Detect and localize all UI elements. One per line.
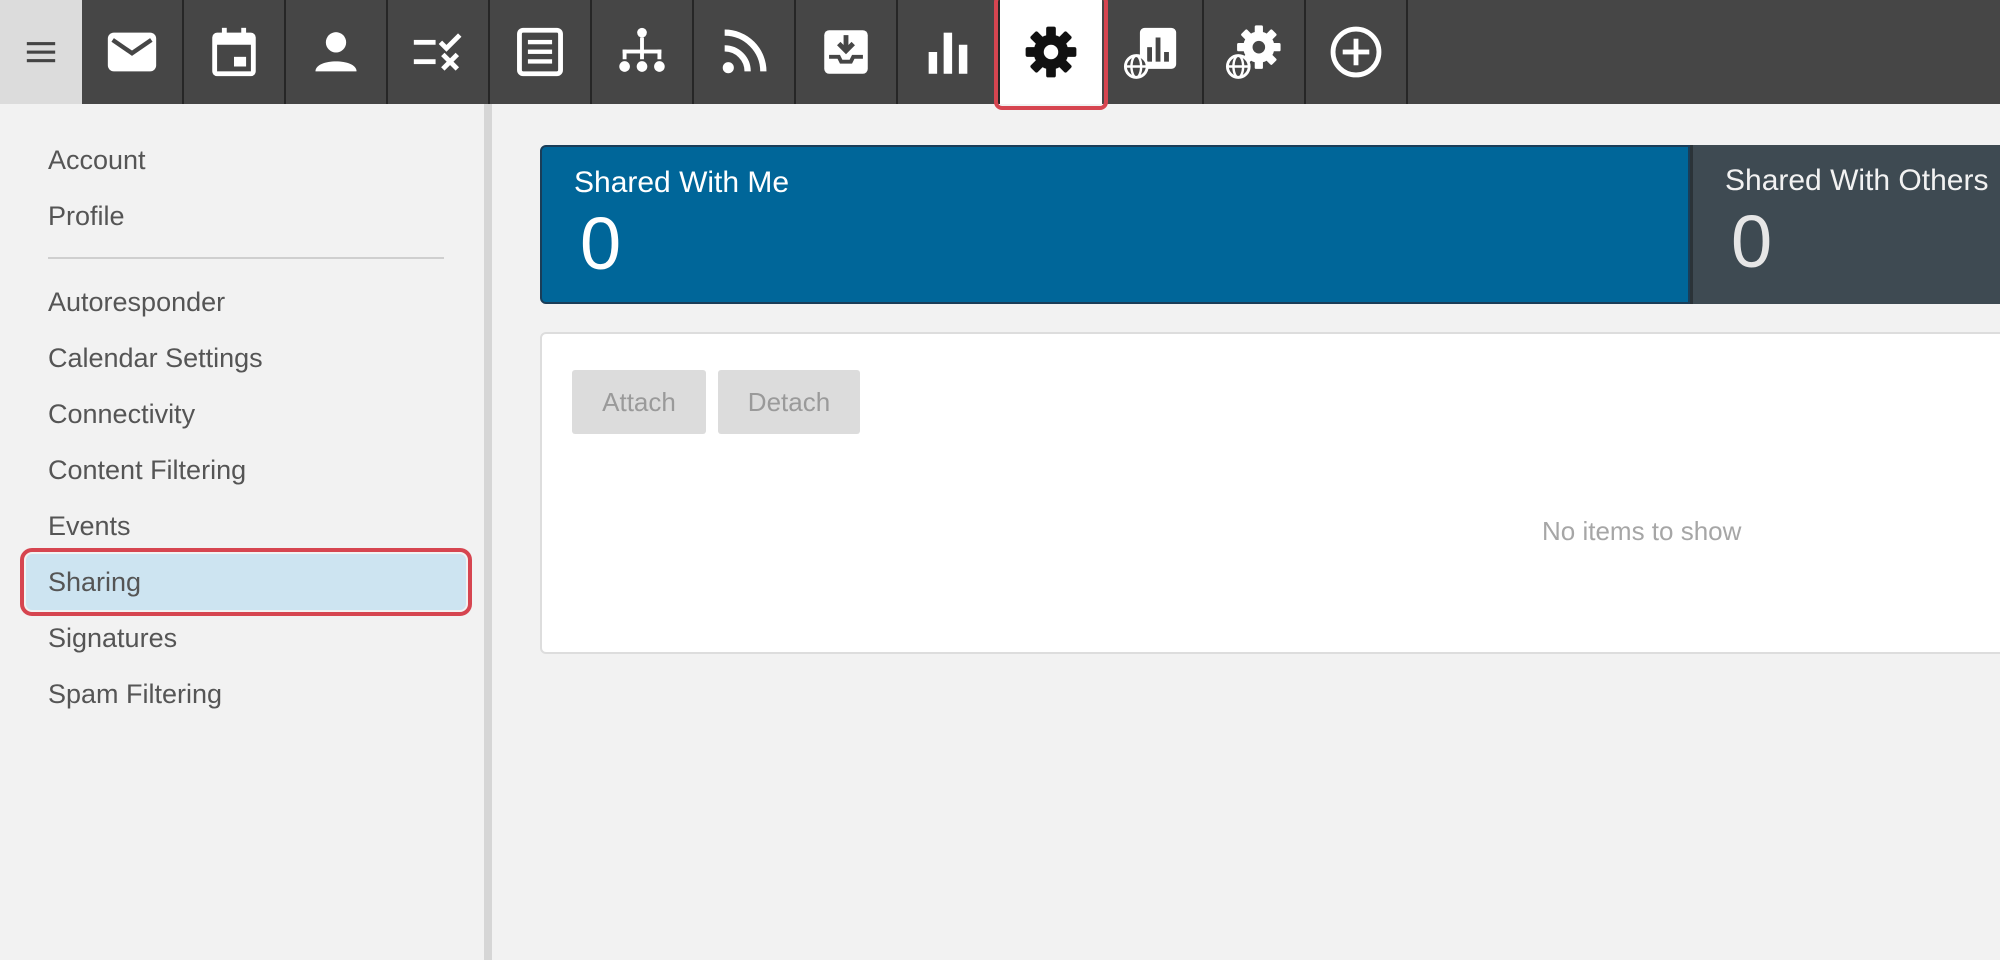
sidebar-item-autoresponder[interactable]: Autoresponder [26,274,466,330]
notes-icon [517,27,563,77]
add-button[interactable] [1306,0,1408,104]
calendar-button[interactable] [184,0,286,104]
shared-with-others-label: Shared With Others [1725,164,1989,197]
archive-button[interactable] [796,0,898,104]
settings-button[interactable] [994,0,1108,110]
attach-button[interactable]: Attach [572,370,706,434]
sidebar-item-connectivity[interactable]: Connectivity [26,386,466,442]
shared-with-me-label: Shared With Me [574,166,790,199]
rss-button[interactable] [694,0,796,104]
notes-button[interactable] [490,0,592,104]
sidebar-item-profile[interactable]: Profile [26,188,466,244]
contacts-button[interactable] [286,0,388,104]
shared-items-panel: Attach Detach No items to show [540,332,2000,654]
reports-icon [928,32,968,74]
empty-state-text: No items to show [1542,516,1742,546]
detach-button[interactable]: Detach [718,370,860,434]
add-circle-icon [1330,26,1382,78]
reports-button[interactable] [898,0,1000,104]
domain-settings-button[interactable] [1204,0,1306,104]
sharing-main-area: Shared With Me 0 Shared With Others 0 At… [500,104,2000,960]
sidebar-divider [48,257,444,259]
hamburger-menu-icon [26,42,56,63]
domain-reports-icon [1123,27,1177,79]
rss-icon [722,29,767,74]
sidebar-item-events[interactable]: Events [26,498,466,554]
domain-settings-icon [1225,25,1281,79]
shared-with-me-count: 0 [580,202,622,285]
app-toolbar [82,0,1408,110]
shared-with-others-count: 0 [1731,200,1773,283]
settings-sidebar: Account Profile Autoresponder Calendar S… [0,104,492,960]
top-toolbar [0,0,2000,110]
organization-button[interactable] [592,0,694,104]
organization-icon [619,27,665,72]
tasks-icon [413,33,462,71]
tasks-button[interactable] [388,0,490,104]
sidebar-item-sharing[interactable]: Sharing [20,548,472,616]
calendar-icon [212,27,256,77]
contacts-icon [315,32,357,72]
sidebar-item-calendar-settings[interactable]: Calendar Settings [26,330,466,386]
domain-reports-button[interactable] [1102,0,1204,104]
sidebar-item-signatures[interactable]: Signatures [26,610,466,666]
sidebar-item-account[interactable]: Account [26,132,466,188]
sidebar-item-content-filtering[interactable]: Content Filtering [26,442,466,498]
shared-with-others-card[interactable]: Shared With Others 0 [1690,145,2000,304]
mail-button[interactable] [82,0,184,104]
mail-icon [107,32,157,72]
hamburger-menu-button[interactable] [0,0,82,104]
shared-with-me-card[interactable]: Shared With Me 0 [540,145,1690,304]
settings-gear-icon [1025,26,1077,78]
sidebar-item-spam-filtering[interactable]: Spam Filtering [26,666,466,722]
archive-inbox-icon [824,30,868,74]
